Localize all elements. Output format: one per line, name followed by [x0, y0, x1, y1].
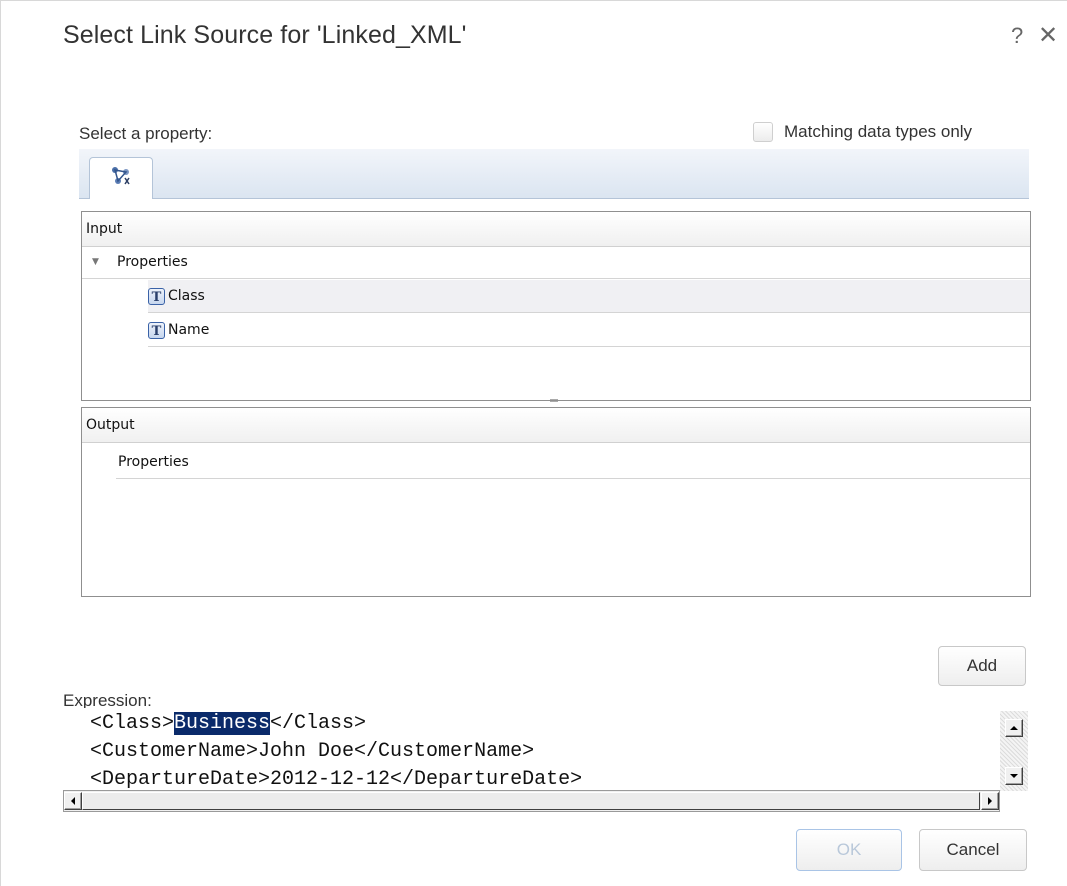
- matching-data-types-option[interactable]: Matching data types only: [753, 122, 972, 142]
- tree-item-class[interactable]: T Class: [148, 280, 1030, 313]
- expression-tag-close: </Class>: [270, 712, 367, 735]
- close-button[interactable]: ✕: [1038, 21, 1058, 50]
- output-panel-header: Output: [82, 408, 1030, 443]
- scroll-down-button[interactable]: [1005, 767, 1023, 785]
- property-tab-strip: [79, 149, 1029, 199]
- input-panel: Input ▼ Properties T Class T Name: [81, 211, 1031, 401]
- add-button[interactable]: Add: [938, 646, 1026, 686]
- scroll-left-button[interactable]: [64, 792, 82, 810]
- arrow-right-icon: [988, 797, 992, 805]
- tree-group-properties[interactable]: ▼ Properties: [82, 246, 1030, 279]
- expression-vertical-scrollbar[interactable]: [1000, 711, 1028, 791]
- tree-item-label: Name: [168, 322, 210, 338]
- text-type-icon: T: [148, 287, 165, 305]
- properties-tab-icon: [109, 164, 133, 193]
- arrow-left-icon: [71, 797, 75, 805]
- tree-item-label: Class: [168, 288, 205, 304]
- matching-data-types-label[interactable]: Matching data types only: [784, 122, 972, 142]
- horizontal-scroll-thumb[interactable]: [82, 792, 980, 810]
- dialog-title: Select Link Source for 'Linked_XML': [63, 21, 467, 49]
- help-button[interactable]: ?: [1011, 23, 1023, 49]
- selected-text: Business: [174, 712, 271, 735]
- cancel-button[interactable]: Cancel: [919, 829, 1027, 871]
- ok-button[interactable]: OK: [796, 829, 902, 871]
- expression-editor[interactable]: <Class>Business</Class> <CustomerName>Jo…: [63, 708, 1003, 790]
- expression-horizontal-scrollbar[interactable]: [63, 790, 1000, 812]
- expression-line-2: <CustomerName>John Doe</CustomerName>: [90, 740, 535, 763]
- tab-properties[interactable]: [89, 157, 153, 199]
- select-link-source-dialog: Select Link Source for 'Linked_XML' ? ✕ …: [0, 0, 1067, 886]
- scroll-up-button[interactable]: [1005, 719, 1023, 737]
- arrow-up-icon: [1010, 726, 1018, 730]
- arrow-down-icon: [1010, 774, 1018, 778]
- expression-line-1: <Class>Business</Class>: [90, 711, 366, 737]
- tree-group-output-properties[interactable]: Properties: [116, 446, 1030, 479]
- expression-tag-open: <Class>: [90, 712, 175, 735]
- scroll-right-button[interactable]: [981, 792, 999, 810]
- group-label: Properties: [117, 254, 188, 270]
- select-property-label: Select a property:: [79, 124, 213, 143]
- expression-line-3: <DepartureDate>2012-12-12</DepartureDate…: [90, 768, 583, 790]
- matching-data-types-checkbox[interactable]: [753, 122, 773, 142]
- group-label: Properties: [118, 454, 189, 470]
- output-panel: Output Properties: [81, 407, 1031, 597]
- text-type-icon: T: [148, 321, 165, 339]
- collapse-arrow-icon[interactable]: ▼: [92, 246, 99, 279]
- tree-item-name[interactable]: T Name: [148, 314, 1030, 347]
- panel-splitter[interactable]: [550, 399, 558, 402]
- input-panel-header: Input: [82, 212, 1030, 247]
